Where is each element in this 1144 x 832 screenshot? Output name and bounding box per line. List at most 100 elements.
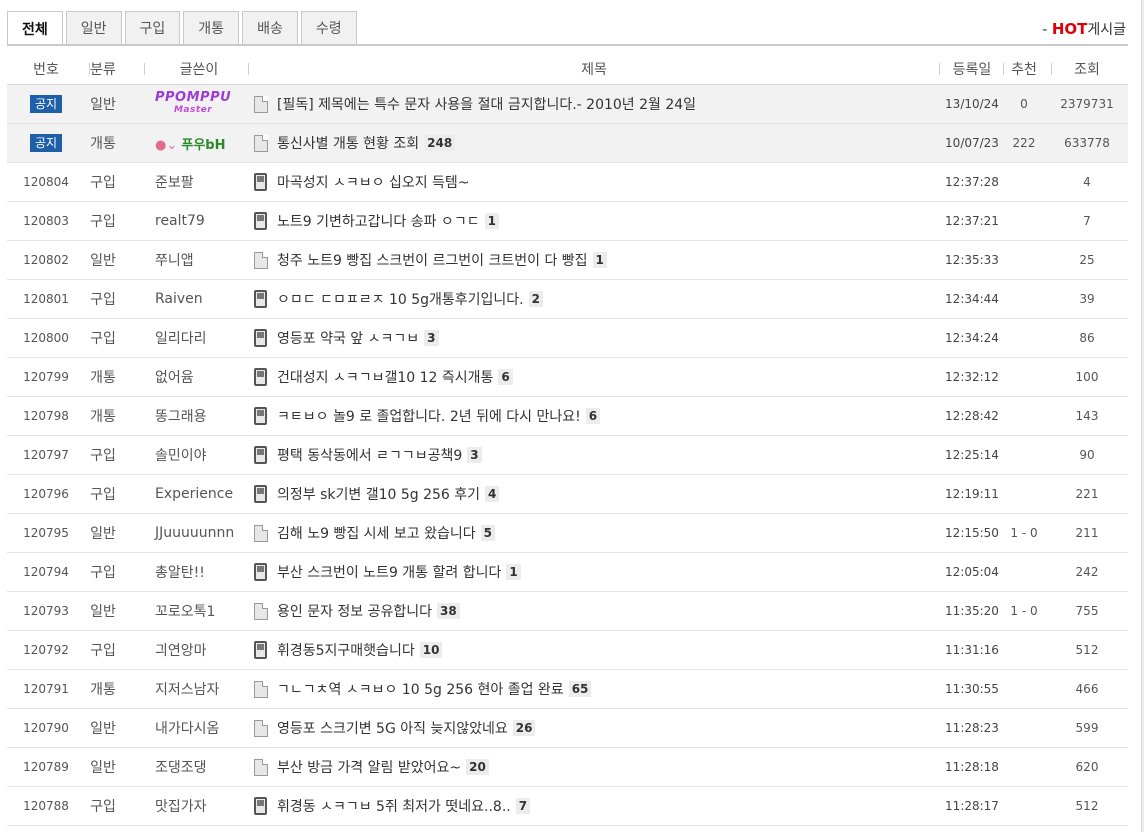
post-title[interactable]: 부산 스크번이 노트9 개통 할려 합니다 xyxy=(277,562,501,582)
post-title-cell[interactable]: [필독] 제목에는 특수 문자 사용을 절대 금지합니다.- 2010년 2월 … xyxy=(254,85,934,123)
post-title[interactable]: 부산 방금 가격 알림 받았어요~ xyxy=(277,757,461,777)
post-title[interactable]: ㅇㅁㄷ ㄷㅁㅍㄹㅈ 10 5g개통후기입니다. xyxy=(277,289,524,309)
tab-general[interactable]: 일반 xyxy=(65,11,122,44)
post-title[interactable]: ㄱㄴㄱㅊ역 ㅅㅋㅂㅇ 10 5g 256 현아 졸업 완료 xyxy=(277,679,564,699)
post-title-cell[interactable]: 통신사별 개통 현황 조회 248 xyxy=(254,124,934,162)
post-title-cell[interactable]: 휘경동5지구매햇습니다 10 xyxy=(254,631,934,669)
author-nick-image: ●⌄ 푸우bH xyxy=(155,134,226,153)
logo-main-text: PPOMPPU xyxy=(155,90,232,105)
header-views: 조회 xyxy=(1074,61,1100,78)
post-author[interactable]: 똥그래용 xyxy=(155,397,250,435)
post-recommend xyxy=(1005,241,1043,279)
post-title-cell[interactable]: 청주 노트9 빵집 스크번이 르그번이 크트번이 다 빵집 1 xyxy=(254,241,934,279)
post-date: 12:15:50 xyxy=(945,526,999,540)
comment-count: 65 xyxy=(568,681,592,697)
notice-badge-cell: 공지 xyxy=(13,85,79,123)
document-icon xyxy=(254,134,268,152)
post-title-cell[interactable]: 부산 방금 가격 알림 받았어요~ 20 xyxy=(254,748,934,786)
post-date: 12:37:28 xyxy=(945,175,999,189)
post-title[interactable]: 영등포 약국 앞 ㅅㅋㄱㅂ xyxy=(277,328,419,348)
comment-count: 7 xyxy=(515,798,531,814)
post-author[interactable]: 맛집가자 xyxy=(155,787,250,825)
table-row: 120798 개통 똥그래용 ㅋㅌㅂㅇ 놀9 로 졸업합니다. 2년 뒤에 다시 만나… xyxy=(7,397,1128,436)
post-author[interactable]: 긔연앙마 xyxy=(155,631,250,669)
post-number: 120792 xyxy=(23,643,69,657)
post-title-cell[interactable]: 부산 스크번이 노트9 개통 할려 합니다 1 xyxy=(254,553,934,591)
post-author[interactable]: Experience xyxy=(155,475,250,513)
post-author[interactable]: 일리다리 xyxy=(155,319,250,357)
post-number: 120790 xyxy=(23,721,69,735)
post-category: 구입 xyxy=(90,565,116,581)
post-author[interactable]: 총알탄!! xyxy=(155,553,250,591)
post-author[interactable]: PPOMPPU Master xyxy=(155,85,250,123)
table-row: 120799 개통 없어윰 건대성지 ㅅㅋㄱㅂ갤10 12 즉시개통 6 12:32:12… xyxy=(7,358,1128,397)
post-date: 11:28:23 xyxy=(945,721,999,735)
post-category: 구입 xyxy=(90,799,116,815)
post-author[interactable]: 내가다시옴 xyxy=(155,709,250,747)
post-number: 120793 xyxy=(23,604,69,618)
post-title-cell[interactable]: 평택 동삭동에서 ㄹㄱㄱㅂ공책9 3 xyxy=(254,436,934,474)
post-title[interactable]: 휘경동5지구매햇습니다 xyxy=(277,640,415,660)
post-date: 13/10/24 xyxy=(945,97,999,111)
post-author[interactable]: 조댕조댕 xyxy=(155,748,250,786)
post-title[interactable]: ㅋㅌㅂㅇ 놀9 로 졸업합니다. 2년 뒤에 다시 만나요! xyxy=(277,406,581,426)
post-title[interactable]: 평택 동삭동에서 ㄹㄱㄱㅂ공책9 xyxy=(277,445,462,465)
post-title-cell[interactable]: 노트9 기변하고갑니다 송파 ㅇㄱㄷ 1 xyxy=(254,202,934,240)
post-author[interactable]: 지저스남자 xyxy=(155,670,250,708)
post-title[interactable]: 김해 노9 빵집 시세 보고 왔습니다 xyxy=(277,523,476,543)
post-author[interactable]: 솔민이야 xyxy=(155,436,250,474)
post-author[interactable]: ●⌄ 푸우bH xyxy=(155,124,250,162)
post-title-cell[interactable]: 영등포 약국 앞 ㅅㅋㄱㅂ 3 xyxy=(254,319,934,357)
post-author[interactable]: 준보팔 xyxy=(155,163,250,201)
post-number: 120796 xyxy=(23,487,69,501)
post-recommend xyxy=(1005,631,1043,669)
comment-count: 4 xyxy=(485,486,500,502)
post-title[interactable]: 용인 문자 정보 공유합니다 xyxy=(277,601,432,621)
phone-icon xyxy=(254,290,267,308)
post-title[interactable]: [필독] 제목에는 특수 문자 사용을 절대 금지합니다.- 2010년 2월 … xyxy=(277,94,696,114)
post-title-cell[interactable]: 용인 문자 정보 공유합니다 38 xyxy=(254,592,934,630)
post-title[interactable]: 노트9 기변하고갑니다 송파 ㅇㄱㄷ xyxy=(277,211,480,231)
comment-count: 248 xyxy=(424,135,456,151)
post-title-cell[interactable]: ㅋㅌㅂㅇ 놀9 로 졸업합니다. 2년 뒤에 다시 만나요! 6 xyxy=(254,397,934,435)
post-title[interactable]: 의정부 sk기변 갤10 5g 256 후기 xyxy=(277,484,480,504)
post-title-cell[interactable]: 휘경동 ㅅㅋㄱㅂ 5쥐 최저가 떳네요..8.. 7 xyxy=(254,787,934,825)
tab-all[interactable]: 전체 xyxy=(7,11,63,45)
post-title-cell[interactable]: 의정부 sk기변 갤10 5g 256 후기 4 xyxy=(254,475,934,513)
tab-delivery[interactable]: 배송 xyxy=(242,11,298,44)
hot-label: HOT xyxy=(1051,20,1088,38)
post-title[interactable]: 통신사별 개통 현황 조회 xyxy=(277,133,419,153)
post-title[interactable]: 건대성지 ㅅㅋㄱㅂ갤10 12 즉시개통 xyxy=(277,367,493,387)
post-date: 11:30:55 xyxy=(945,682,999,696)
hot-posts-link[interactable]: - HOT게시글 xyxy=(1042,19,1126,39)
post-author[interactable]: realt79 xyxy=(155,202,250,240)
post-category: 개통 xyxy=(90,136,116,152)
post-recommend xyxy=(1005,163,1043,201)
tab-activation[interactable]: 개통 xyxy=(183,11,240,44)
tab-purchase[interactable]: 구입 xyxy=(124,11,181,44)
post-author[interactable]: 없어윰 xyxy=(155,358,250,396)
table-header: 번호 분류 글쓴이 제목 등록일 추천 조회 xyxy=(7,53,1128,85)
post-title-cell[interactable]: 김해 노9 빵집 시세 보고 왔습니다 5 xyxy=(254,514,934,552)
post-recommend xyxy=(1005,358,1043,396)
post-title[interactable]: 휘경동 ㅅㅋㄱㅂ 5쥐 최저가 떳네요..8.. xyxy=(277,796,511,816)
post-author[interactable]: 쭈니앱 xyxy=(155,241,250,279)
post-title-cell[interactable]: 마곡성지 ㅅㅋㅂㅇ 십오지 득템~ xyxy=(254,163,934,201)
post-title[interactable]: 영등포 스크기변 5G 아직 늦지않았네요 xyxy=(277,718,508,738)
post-title-cell[interactable]: 영등포 스크기변 5G 아직 늦지않았네요 26 xyxy=(254,709,934,747)
header-date: 등록일 xyxy=(952,61,992,78)
tab-receipt[interactable]: 수령 xyxy=(300,11,357,44)
post-recommend xyxy=(1005,280,1043,318)
phone-icon xyxy=(254,407,267,425)
post-author[interactable]: 꼬로오톡1 xyxy=(155,592,250,630)
post-recommend xyxy=(1005,202,1043,240)
post-title[interactable]: 청주 노트9 빵집 스크번이 르그번이 크트번이 다 빵집 xyxy=(277,250,588,270)
post-author[interactable]: JJuuuuunnn xyxy=(155,514,250,552)
post-title-cell[interactable]: 건대성지 ㅅㅋㄱㅂ갤10 12 즉시개통 6 xyxy=(254,358,934,396)
post-author[interactable]: Raiven xyxy=(155,280,250,318)
post-title-cell[interactable]: ㄱㄴㄱㅊ역 ㅅㅋㅂㅇ 10 5g 256 현아 졸업 완료 65 xyxy=(254,670,934,708)
document-icon xyxy=(254,719,268,737)
post-title[interactable]: 마곡성지 ㅅㅋㅂㅇ 십오지 득템~ xyxy=(277,172,470,192)
comment-count: 1 xyxy=(484,213,499,229)
post-title-cell[interactable]: ㅇㅁㄷ ㄷㅁㅍㄹㅈ 10 5g개통후기입니다. 2 xyxy=(254,280,934,318)
